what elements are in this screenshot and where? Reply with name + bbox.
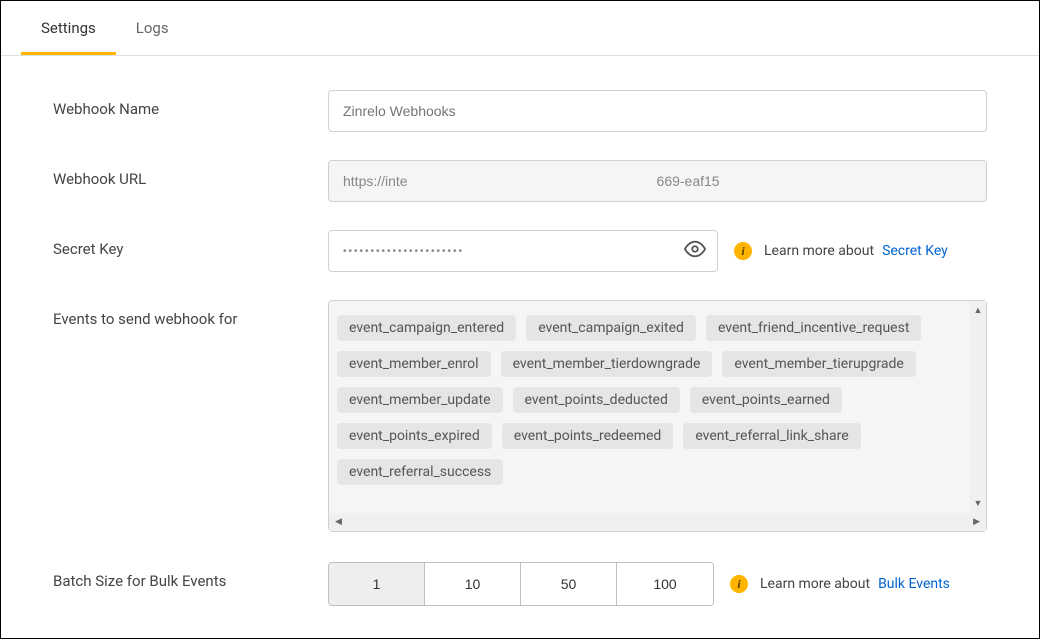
batch-size-segmented: 11050100 bbox=[328, 562, 714, 606]
field-webhook-url bbox=[328, 160, 987, 202]
content-area: Webhook Name Webhook URL Secret Key bbox=[1, 56, 1039, 626]
scroll-down-icon[interactable]: ▼ bbox=[974, 498, 983, 509]
secret-key-input[interactable] bbox=[328, 230, 718, 272]
batch-option-10[interactable]: 10 bbox=[425, 563, 521, 605]
learn-more-label: Learn more about bbox=[764, 243, 874, 259]
tab-settings[interactable]: Settings bbox=[21, 1, 116, 55]
secret-input-wrap bbox=[328, 230, 718, 272]
scrollbar-horizontal[interactable]: ◀ ▶ bbox=[329, 513, 986, 531]
label-secret-key: Secret Key bbox=[53, 230, 328, 258]
info-icon: i bbox=[734, 242, 752, 260]
info-icon: i bbox=[730, 575, 748, 593]
row-webhook-url: Webhook URL bbox=[53, 160, 987, 202]
event-tag[interactable]: event_points_earned bbox=[690, 387, 842, 413]
field-events: event_campaign_entered event_campaign_exi… bbox=[328, 300, 987, 532]
event-tag[interactable]: event_points_redeemed bbox=[502, 423, 674, 449]
scrollbar-vertical[interactable]: ▲ ▼ bbox=[970, 301, 986, 513]
label-events: Events to send webhook for bbox=[53, 300, 328, 328]
field-secret-key: i Learn more about Secret Key bbox=[328, 230, 987, 272]
secret-help: i Learn more about Secret Key bbox=[734, 242, 948, 260]
event-tag[interactable]: event_member_tierupgrade bbox=[722, 351, 915, 377]
batch-option-1[interactable]: 1 bbox=[329, 563, 425, 605]
event-tag[interactable]: event_member_tierdowngrade bbox=[501, 351, 713, 377]
event-tag[interactable]: event_points_deducted bbox=[513, 387, 680, 413]
row-events: Events to send webhook for event_campaig… bbox=[53, 300, 987, 532]
batch-option-50[interactable]: 50 bbox=[521, 563, 617, 605]
event-tag[interactable]: event_member_update bbox=[337, 387, 503, 413]
row-webhook-name: Webhook Name bbox=[53, 90, 987, 132]
scroll-left-icon[interactable]: ◀ bbox=[335, 517, 342, 527]
field-batch: 11050100 i Learn more about Bulk Events bbox=[328, 562, 987, 606]
row-batch-size: Batch Size for Bulk Events 11050100 i Le… bbox=[53, 562, 987, 606]
event-tag[interactable]: event_friend_incentive_request bbox=[706, 315, 921, 341]
scroll-right-icon[interactable]: ▶ bbox=[973, 517, 980, 527]
bulk-help: i Learn more about Bulk Events bbox=[730, 575, 950, 593]
learn-more-label: Learn more about bbox=[760, 576, 870, 592]
eye-icon[interactable] bbox=[684, 238, 706, 264]
label-webhook-url: Webhook URL bbox=[53, 160, 328, 188]
event-tag[interactable]: event_points_expired bbox=[337, 423, 492, 449]
event-tag[interactable]: event_referral_link_share bbox=[683, 423, 860, 449]
label-webhook-name: Webhook Name bbox=[53, 90, 328, 118]
events-tags-area: event_campaign_entered event_campaign_exi… bbox=[329, 301, 970, 513]
field-webhook-name bbox=[328, 90, 987, 132]
webhook-name-input[interactable] bbox=[328, 90, 987, 132]
event-tag[interactable]: event_campaign_entered bbox=[337, 315, 516, 341]
secret-key-link[interactable]: Secret Key bbox=[882, 243, 948, 259]
events-body: event_campaign_entered event_campaign_exi… bbox=[329, 301, 986, 513]
bulk-events-link[interactable]: Bulk Events bbox=[878, 576, 950, 592]
tab-logs[interactable]: Logs bbox=[116, 1, 189, 55]
events-selector[interactable]: event_campaign_entered event_campaign_exi… bbox=[328, 300, 987, 532]
tabs-bar: Settings Logs bbox=[1, 1, 1039, 56]
event-tag[interactable]: event_campaign_exited bbox=[526, 315, 696, 341]
event-tag[interactable]: event_referral_success bbox=[337, 459, 503, 485]
batch-option-100[interactable]: 100 bbox=[617, 563, 713, 605]
scroll-up-icon[interactable]: ▲ bbox=[974, 305, 983, 316]
event-tag[interactable]: event_member_enrol bbox=[337, 351, 491, 377]
label-batch: Batch Size for Bulk Events bbox=[53, 562, 328, 590]
window: Settings Logs Webhook Name Webhook URL S… bbox=[0, 0, 1040, 639]
webhook-url-input[interactable] bbox=[328, 160, 987, 202]
row-secret-key: Secret Key i Learn more about Secret Key bbox=[53, 230, 987, 272]
